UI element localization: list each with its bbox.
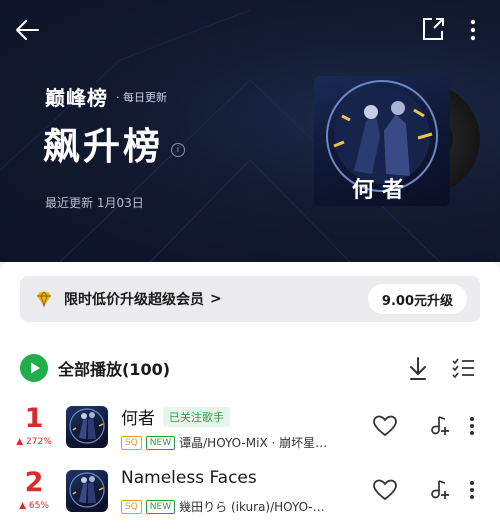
song-row[interactable]: 1 ▲ 272% 何者 已关注歌手 SQ NEW 谭晶/HOYO-MiX · 崩…	[0, 404, 500, 460]
chevron-right-icon: >	[210, 291, 222, 307]
diamond-icon	[37, 291, 51, 308]
quality-badge: SQ	[121, 435, 142, 450]
more-vertical-icon	[470, 19, 476, 41]
add-to-playlist-icon[interactable]	[426, 478, 450, 502]
share-button[interactable]	[418, 14, 448, 44]
brand-name: 巅峰榜	[45, 86, 108, 110]
chart-content: 限时低价升级超级会员 > 9.00元升级 全部播放(100) 1 ▲ 272%	[0, 262, 500, 531]
vip-promo-text: 限时低价升级超级会员	[64, 292, 204, 308]
song-meta: SQ NEW 幾田りら (ikura)/HOYO-…	[121, 498, 357, 515]
song-artist: 幾田りら (ikura)/HOYO-…	[179, 500, 325, 514]
rank-block: 2 ▲ 65%	[16, 468, 52, 512]
play-all-label[interactable]: 全部播放(100)	[58, 356, 170, 380]
chart-header: 巅峰榜 · 每日更新 飙升榜 i 最近更新 1月03日 何者	[0, 0, 500, 262]
heart-icon[interactable]	[372, 478, 398, 502]
thumbnail-art	[69, 408, 105, 444]
album-cover[interactable]: 何者	[314, 76, 480, 206]
song-title: 何者	[121, 409, 155, 429]
vip-upgrade-banner[interactable]: 限时低价升级超级会员 > 9.00元升级	[20, 276, 480, 322]
song-row[interactable]: 2 ▲ 65% Nameless Faces SQ NEW 幾田りら (ikur…	[0, 468, 500, 524]
song-artist: 谭晶/HOYO-MiX · 崩坏星…	[179, 436, 328, 450]
download-icon[interactable]	[406, 355, 430, 381]
song-title: Nameless Faces	[121, 468, 257, 488]
back-button[interactable]	[12, 14, 44, 46]
cover-art: 何者	[314, 76, 450, 206]
new-badge: NEW	[145, 435, 176, 450]
new-badge: NEW	[145, 499, 176, 514]
more-vertical-icon[interactable]	[466, 478, 478, 502]
more-options-button[interactable]	[461, 14, 485, 46]
chart-title: 飙升榜	[43, 125, 163, 168]
song-thumbnail	[66, 470, 108, 512]
last-updated: 最近更新 1月03日	[45, 196, 144, 210]
song-title-row: Nameless Faces	[121, 468, 257, 488]
brand-row: 巅峰榜 · 每日更新	[45, 82, 167, 111]
followed-artist-badge: 已关注歌手	[163, 406, 230, 427]
add-to-playlist-icon[interactable]	[426, 414, 450, 438]
more-vertical-icon[interactable]	[466, 414, 478, 438]
rank-number: 2	[24, 467, 44, 498]
multi-select-icon[interactable]	[450, 355, 476, 381]
upgrade-button[interactable]: 9.00元升级	[367, 284, 467, 314]
update-frequency: · 每日更新	[116, 90, 167, 104]
thumbnail-art	[69, 472, 105, 508]
arrow-left-icon	[16, 20, 39, 40]
rank-change: ▲ 65%	[19, 501, 49, 511]
heart-icon[interactable]	[372, 414, 398, 438]
play-all-icon[interactable]	[20, 354, 48, 382]
song-title-row: 何者 已关注歌手	[121, 404, 230, 429]
song-meta: SQ NEW 谭晶/HOYO-MiX · 崩坏星…	[121, 434, 357, 451]
rank-change: ▲ 272%	[16, 437, 52, 447]
rank-number: 1	[24, 403, 44, 434]
rank-block: 1 ▲ 272%	[16, 404, 52, 448]
info-icon[interactable]: i	[171, 143, 185, 157]
title-row: 飙升榜 i	[43, 116, 185, 170]
share-icon	[423, 18, 444, 40]
play-all-row: 全部播放(100)	[20, 353, 480, 383]
song-thumbnail	[66, 406, 108, 448]
cover-title: 何者	[352, 177, 413, 203]
quality-badge: SQ	[121, 499, 142, 514]
